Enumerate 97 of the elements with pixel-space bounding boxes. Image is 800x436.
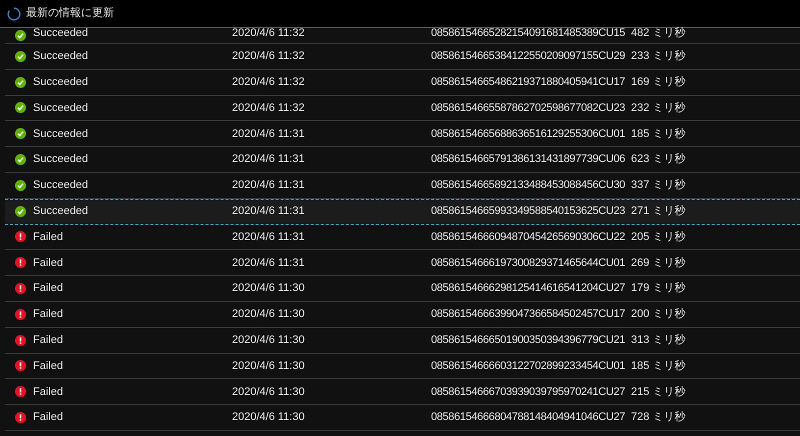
run-id-cell-text: 08586154666197300829371465644CU01 (431, 256, 626, 271)
table-row[interactable]: Succeeded 2020/4/6 11:32 08586154665384122550209097155CU29 233 ミリ秒 (5, 44, 800, 70)
run-id-cell-text: 08586154666703939039795970241CU27 (431, 384, 626, 400)
run-id-cell-text: 08586154666603122702899233454CU01 (431, 358, 626, 374)
start-time-cell-text: 2020/4/6 11:31 (232, 126, 306, 142)
table-row[interactable]: Succeeded 2020/4/6 11:31 08586154665688636516129255306CU01 185 ミリ秒 (5, 121, 800, 148)
run-id-cell-text: 08586154666399047366584502457CU17 (431, 307, 626, 322)
status-cell-text: Succeeded (33, 178, 90, 194)
status-cell-text: Failed (33, 332, 64, 348)
check-circle-icon (14, 128, 26, 140)
start-time-cell-text: 2020/4/6 11:32 (232, 100, 306, 116)
start-time-cell-text: 2020/4/6 11:31 (232, 178, 306, 194)
check-circle-icon (14, 180, 26, 191)
run-id-cell-text: 08586154665587862702598677082CU23 (431, 100, 626, 116)
duration-cell-text: 337 ミリ秒 (631, 178, 686, 194)
status-cell-text: Succeeded (33, 49, 90, 64)
start-time-cell-text: 2020/4/6 11:31 (232, 204, 306, 220)
table-row[interactable]: Succeeded 2020/4/6 11:32 08586154665282154091681485389CU15 482 ミリ秒 (5, 28, 800, 44)
status-cell-text: Failed (33, 410, 64, 426)
table-row[interactable]: Failed 2020/4/6 11:30 08586154666399047366584502457CU17 200 ミリ秒 (5, 302, 800, 328)
duration-cell-text: 271 ミリ秒 (631, 204, 686, 220)
status-cell-text: Failed (33, 307, 64, 322)
start-time-cell-text: 2020/4/6 11:30 (232, 358, 306, 374)
error-icon (14, 283, 26, 294)
error-icon (14, 412, 26, 424)
table-row[interactable]: Failed 2020/4/6 11:31 08586154666094870454265690306CU22 205 ミリ秒 (5, 224, 800, 250)
table-row[interactable]: Succeeded 2020/4/6 11:31 08586154665993349588540153625CU23 271 ミリ秒 (5, 198, 800, 225)
table-row[interactable]: Succeeded 2020/4/6 11:31 08586154665791386131431897739CU06 623 ミリ秒 (5, 147, 800, 173)
run-id-cell-text: 08586154665282154091681485389CU15 (431, 26, 626, 40)
error-icon (14, 308, 26, 320)
status-cell-text: Succeeded (33, 100, 90, 116)
table-row[interactable]: Failed 2020/4/6 11:30 08586154666501900350394396779CU21 313 ミリ秒 (5, 328, 800, 354)
duration-cell-text: 185 ミリ秒 (631, 358, 686, 374)
duration-cell-text: 269 ミリ秒 (631, 256, 686, 271)
refresh-icon[interactable] (7, 6, 21, 20)
duration-cell-text: 232 ミリ秒 (631, 100, 686, 116)
duration-cell-text: 233 ミリ秒 (631, 49, 686, 64)
start-time-cell-text: 2020/4/6 11:31 (232, 256, 306, 271)
run-id-cell-text: 08586154665486219371880405941CU17 (431, 74, 626, 90)
status-cell-text: Succeeded (33, 126, 90, 142)
check-circle-icon (14, 50, 26, 62)
start-time-cell-text: 2020/4/6 11:30 (232, 384, 306, 400)
duration-cell-text: 728 ミリ秒 (631, 410, 686, 426)
start-time-cell-text: 2020/4/6 11:32 (232, 74, 306, 90)
duration-cell-text: 623 ミリ秒 (631, 152, 686, 168)
start-time-cell-text: 2020/4/6 11:30 (232, 332, 306, 348)
duration-cell-text: 200 ミリ秒 (631, 307, 686, 322)
table-row[interactable]: Failed 2020/4/6 11:30 08586154666298125414616541204CU27 179 ミリ秒 (5, 276, 800, 302)
run-id-cell-text: 08586154666804788148404941046CU27 (431, 410, 626, 426)
duration-cell-text: 313 ミリ秒 (631, 332, 686, 348)
start-time-cell-text: 2020/4/6 11:31 (232, 230, 306, 245)
start-time-cell-text: 2020/4/6 11:30 (232, 307, 306, 322)
refresh-label[interactable]: 最新の情報に更新 (26, 5, 114, 22)
error-icon (14, 334, 26, 346)
error-icon (14, 257, 26, 268)
run-id-cell-text: 08586154665791386131431897739CU06 (431, 152, 626, 168)
start-time-cell-text: 2020/4/6 11:31 (232, 152, 306, 168)
check-circle-icon (14, 206, 26, 218)
run-id-cell-text: 08586154666094870454265690306CU22 (431, 230, 626, 245)
error-icon (14, 360, 26, 372)
run-id-cell-text: 08586154665688636516129255306CU01 (431, 126, 626, 142)
status-cell-text: Failed (33, 281, 64, 296)
status-cell-text: Succeeded (33, 204, 90, 220)
table-row[interactable]: Failed 2020/4/6 11:31 08586154666197300829371465644CU01 269 ミリ秒 (5, 250, 800, 276)
start-time-cell-text: 2020/4/6 11:32 (232, 26, 306, 40)
status-cell-text: Succeeded (33, 152, 90, 168)
check-circle-icon (14, 30, 26, 41)
run-id-cell-text: 08586154665993349588540153625CU23 (431, 204, 626, 220)
error-icon (14, 231, 26, 242)
start-time-cell-text: 2020/4/6 11:30 (232, 281, 306, 296)
run-id-cell-text: 08586154665892133488453088456CU30 (431, 178, 626, 194)
check-circle-icon (14, 102, 26, 114)
status-cell-text: Succeeded (33, 26, 90, 40)
duration-cell-text: 169 ミリ秒 (631, 74, 686, 90)
table-row[interactable]: Succeeded 2020/4/6 11:32 08586154665587862702598677082CU23 232 ミリ秒 (5, 96, 800, 122)
run-id-cell-text: 08586154666298125414616541204CU27 (431, 281, 626, 296)
status-cell-text: Failed (33, 358, 64, 374)
status-cell-text: Succeeded (33, 74, 90, 90)
check-circle-icon (14, 76, 26, 88)
status-cell-text: Failed (33, 384, 64, 400)
table-row[interactable]: Failed 2020/4/6 11:30 08586154666804788148404941046CU27 728 ミリ秒 (5, 405, 800, 431)
table-row[interactable]: Failed 2020/4/6 11:30 08586154666703939039795970241CU27 215 ミリ秒 (5, 379, 800, 406)
status-cell-text: Failed (33, 256, 64, 271)
duration-cell-text: 482 ミリ秒 (631, 26, 686, 40)
run-id-cell-text: 08586154665384122550209097155CU29 (431, 49, 626, 64)
run-id-cell-text: 08586154666501900350394396779CU21 (431, 332, 626, 348)
duration-cell-text: 205 ミリ秒 (631, 230, 686, 245)
duration-cell-text: 215 ミリ秒 (631, 384, 686, 400)
table-row[interactable]: Succeeded 2020/4/6 11:32 08586154665486219371880405941CU17 169 ミリ秒 (5, 70, 800, 96)
status-cell-text: Failed (33, 230, 64, 245)
duration-cell-text: 179 ミリ秒 (631, 281, 686, 296)
error-icon (14, 386, 26, 398)
start-time-cell-text: 2020/4/6 11:32 (232, 49, 306, 64)
start-time-cell-text: 2020/4/6 11:30 (232, 410, 306, 426)
check-circle-icon (14, 154, 26, 166)
duration-cell-text: 185 ミリ秒 (631, 126, 686, 142)
table-row[interactable]: Failed 2020/4/6 11:30 08586154666603122702899233454CU01 185 ミリ秒 (5, 354, 800, 380)
